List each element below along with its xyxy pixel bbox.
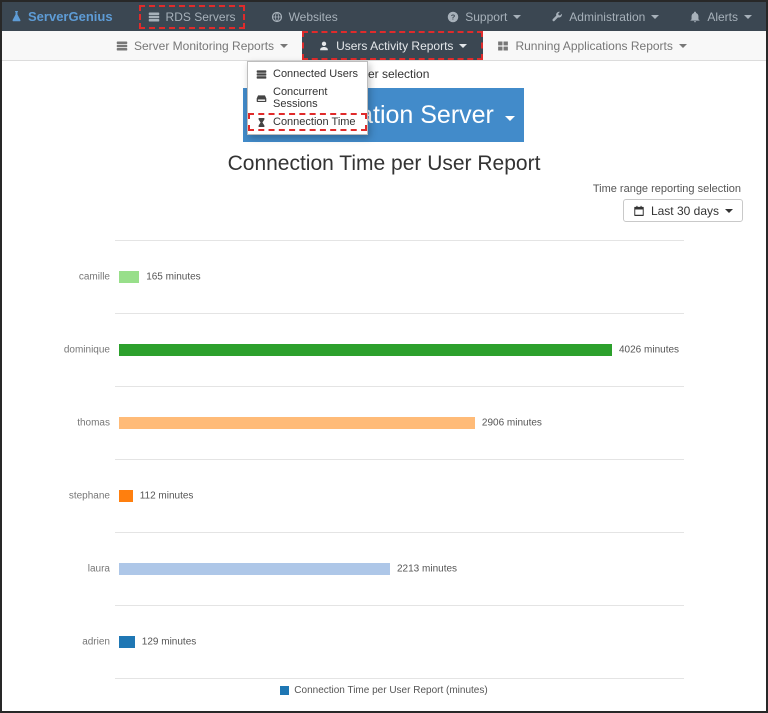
menu-item-concurrent-sessions[interactable]: Concurrent Sessions: [248, 83, 367, 113]
caret-down-icon: [459, 44, 467, 48]
reports-navbar: Server Monitoring Reports Users Activity…: [2, 31, 766, 61]
nav-item-label: Running Applications Reports: [515, 39, 672, 53]
bell-icon: [689, 11, 701, 23]
menu-item-label: Connected Users: [273, 68, 358, 80]
bar-category-label: camille: [2, 271, 110, 282]
time-range-button[interactable]: Last 30 days: [623, 199, 743, 222]
globe-icon: [271, 11, 283, 23]
legend-label: Connection Time per User Report (minutes…: [294, 685, 487, 696]
nav-item-users-activity-reports[interactable]: Users Activity Reports: [302, 31, 483, 60]
nav-item-websites[interactable]: Websites: [271, 10, 338, 24]
user-icon: [318, 40, 330, 52]
bar-value-label: 4026 minutes: [619, 344, 679, 355]
svg-text:?: ?: [451, 12, 456, 21]
menu-item-connection-time[interactable]: Connection Time: [248, 113, 367, 131]
hdd-icon: [256, 93, 267, 104]
hourglass-icon: [256, 117, 267, 128]
bar-value-label: 129 minutes: [142, 636, 196, 647]
caret-down-icon: [513, 15, 521, 19]
caret-down-icon: [679, 44, 687, 48]
bar-value-label: 165 minutes: [146, 271, 200, 282]
server-stack-icon: [148, 11, 160, 23]
bar[interactable]: [119, 344, 612, 356]
bar-category-label: stephane: [2, 490, 110, 501]
bar[interactable]: [119, 490, 133, 502]
nav-item-server-monitoring-reports[interactable]: Server Monitoring Reports: [102, 31, 302, 60]
wrench-icon: [551, 11, 563, 23]
caret-down-icon: [651, 15, 659, 19]
caret-down-icon: [505, 116, 515, 121]
nav-item-label: Server Monitoring Reports: [134, 39, 274, 53]
legend-swatch: [280, 686, 289, 695]
users-activity-dropdown-menu: Connected Users Concurrent Sessions Conn…: [247, 61, 368, 135]
list-icon: [256, 69, 267, 80]
flask-icon: [10, 10, 23, 23]
question-circle-icon: ?: [447, 11, 459, 23]
bar-category-label: thomas: [2, 417, 110, 428]
server-stack-icon: [116, 40, 128, 52]
chart-legend: Connection Time per User Report (minutes…: [2, 685, 766, 696]
server-selection-label: ver selection: [362, 67, 429, 81]
nav-item-administration[interactable]: Administration: [551, 10, 659, 24]
chart-row: stephane 112 minutes: [2, 459, 766, 532]
caret-down-icon: [280, 44, 288, 48]
calendar-icon: [633, 205, 645, 217]
report-title: Connection Time per User Report: [2, 152, 766, 176]
caret-down-icon: [744, 15, 752, 19]
bar[interactable]: [119, 636, 135, 648]
nav-item-label: Users Activity Reports: [336, 39, 453, 53]
nav-item-label: Support: [465, 10, 507, 24]
chart-row: camille 165 minutes: [2, 240, 766, 313]
nav-item-label: RDS Servers: [166, 10, 236, 24]
chart-row: laura 2213 minutes: [2, 532, 766, 605]
brand-label: ServerGenius: [28, 9, 113, 24]
nav-item-running-applications-reports[interactable]: Running Applications Reports: [483, 31, 700, 60]
menu-item-label: Connection Time: [273, 116, 356, 128]
bar[interactable]: [119, 417, 475, 429]
bar[interactable]: [119, 271, 139, 283]
nav-item-support[interactable]: ? Support: [447, 10, 521, 24]
nav-item-label: Alerts: [707, 10, 738, 24]
time-range-label: Time range reporting selection: [593, 183, 741, 195]
nav-item-alerts[interactable]: Alerts: [689, 10, 752, 24]
nav-item-label: Websites: [289, 10, 338, 24]
bar-value-label: 2213 minutes: [397, 563, 457, 574]
top-navbar: ServerGenius RDS Servers Websites ? Supp…: [2, 2, 766, 31]
connection-time-chart: camille 165 minutes dominique 4026 minutes t…: [2, 240, 766, 679]
bar-value-label: 112 minutes: [140, 490, 194, 501]
bar-value-label: 2906 minutes: [482, 417, 542, 428]
th-large-icon: [497, 40, 509, 52]
chart-rows: camille 165 minutes dominique 4026 minutes t…: [2, 240, 766, 678]
bar-category-label: dominique: [2, 344, 110, 355]
caret-down-icon: [725, 209, 733, 213]
top-navbar-right: ? Support Administration Alerts: [447, 10, 752, 24]
bar-category-label: laura: [2, 563, 110, 574]
menu-item-connected-users[interactable]: Connected Users: [248, 65, 367, 83]
chart-baseline: [115, 678, 684, 679]
bar[interactable]: [119, 563, 390, 575]
servergenius-window: ServerGenius RDS Servers Websites ? Supp…: [0, 0, 768, 713]
nav-item-label: Administration: [569, 10, 645, 24]
nav-item-rds-servers[interactable]: RDS Servers: [139, 5, 245, 29]
chart-row: adrien 129 minutes: [2, 605, 766, 678]
menu-item-label: Concurrent Sessions: [273, 86, 359, 110]
chart-row: dominique 4026 minutes: [2, 313, 766, 386]
brand-logo[interactable]: ServerGenius: [10, 9, 113, 24]
chart-row: thomas 2906 minutes: [2, 386, 766, 459]
report-content: ver selection My Application Server Conn…: [2, 61, 766, 711]
time-range-value: Last 30 days: [651, 204, 719, 218]
bar-category-label: adrien: [2, 636, 110, 647]
